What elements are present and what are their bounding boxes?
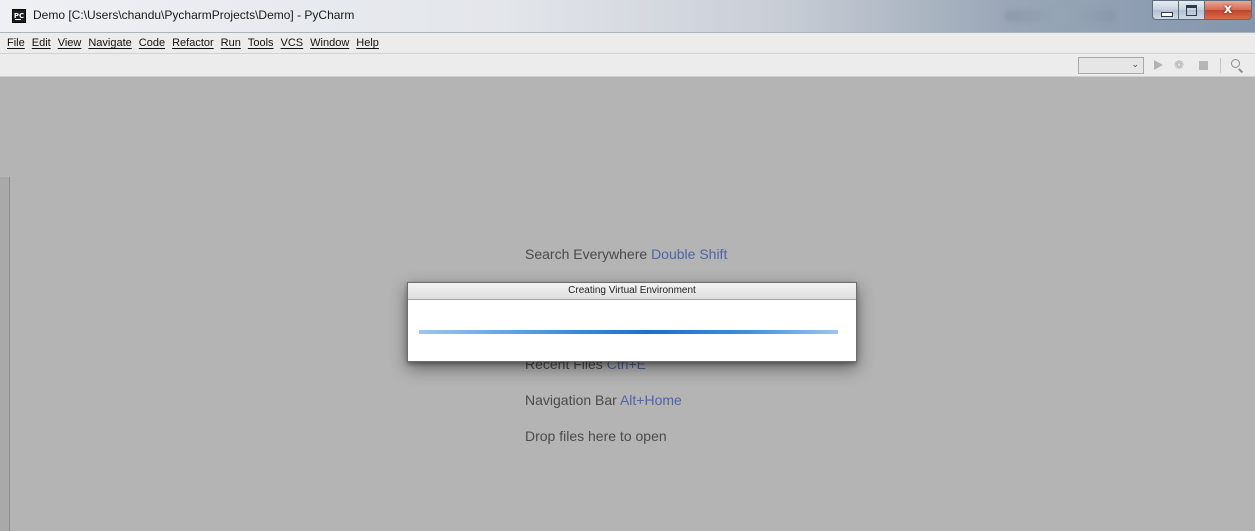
stop-icon[interactable] xyxy=(1196,57,1210,74)
window-title: Demo [C:\Users\chandu\PycharmProjects\De… xyxy=(33,8,355,22)
menu-view[interactable]: View xyxy=(58,37,82,49)
dialog-header[interactable]: Creating Virtual Environment xyxy=(408,283,856,300)
menu-help[interactable]: Help xyxy=(356,37,379,49)
dialog-title: Creating Virtual Environment xyxy=(568,285,696,296)
chevron-down-icon: ⌄ xyxy=(1131,60,1139,70)
hint-label: Navigation Bar xyxy=(525,392,620,408)
hint-search-everywhere: Search Everywhere Double Shift xyxy=(525,246,727,262)
run-configuration-select[interactable]: ⌄ xyxy=(1078,57,1144,74)
creating-virtual-environment-dialog: Creating Virtual Environment xyxy=(407,282,857,362)
menu-tools[interactable]: Tools xyxy=(248,37,274,49)
hint-shortcut: Double Shift xyxy=(651,246,728,262)
maximize-button[interactable] xyxy=(1179,0,1205,20)
run-icon[interactable] xyxy=(1152,57,1164,74)
title-bar-blurred-region xyxy=(1005,10,1115,22)
debug-icon[interactable]: ❁ xyxy=(1172,57,1186,74)
toolbar-separator xyxy=(1220,58,1221,73)
menu-window[interactable]: Window xyxy=(310,37,349,49)
menu-navigate[interactable]: Navigate xyxy=(88,37,131,49)
close-button[interactable]: x xyxy=(1205,0,1252,20)
close-icon: x xyxy=(1223,2,1233,17)
left-tool-strip xyxy=(0,177,10,531)
minimize-icon xyxy=(1161,12,1173,17)
hint-label: Drop files here to open xyxy=(525,428,667,444)
hint-navigation-bar: Navigation Bar Alt+Home xyxy=(525,392,682,408)
pycharm-app-icon[interactable]: PC xyxy=(12,9,26,23)
menu-code[interactable]: Code xyxy=(139,37,165,49)
title-bar[interactable]: PC Demo [C:\Users\chandu\PycharmProjects… xyxy=(0,0,1255,33)
minimize-button[interactable] xyxy=(1152,0,1179,20)
hint-shortcut: Alt+Home xyxy=(619,392,682,408)
maximize-icon xyxy=(1186,5,1197,16)
toolbar: ⌄ ❁ xyxy=(0,54,1255,77)
menu-file[interactable]: File xyxy=(7,37,25,49)
search-icon[interactable] xyxy=(1229,57,1245,74)
window-controls: x xyxy=(1152,0,1252,22)
menu-refactor[interactable]: Refactor xyxy=(172,37,214,49)
hint-drop-files: Drop files here to open xyxy=(525,428,667,444)
menu-run[interactable]: Run xyxy=(221,37,241,49)
menu-vcs[interactable]: VCS xyxy=(281,37,304,49)
progress-bar xyxy=(419,330,838,334)
menu-bar: File Edit View Navigate Code Refactor Ru… xyxy=(0,33,1255,54)
menu-edit[interactable]: Edit xyxy=(32,37,51,49)
progress-bar-fill xyxy=(419,330,838,334)
hint-label: Search Everywhere xyxy=(525,246,652,262)
dialog-body xyxy=(408,300,856,361)
